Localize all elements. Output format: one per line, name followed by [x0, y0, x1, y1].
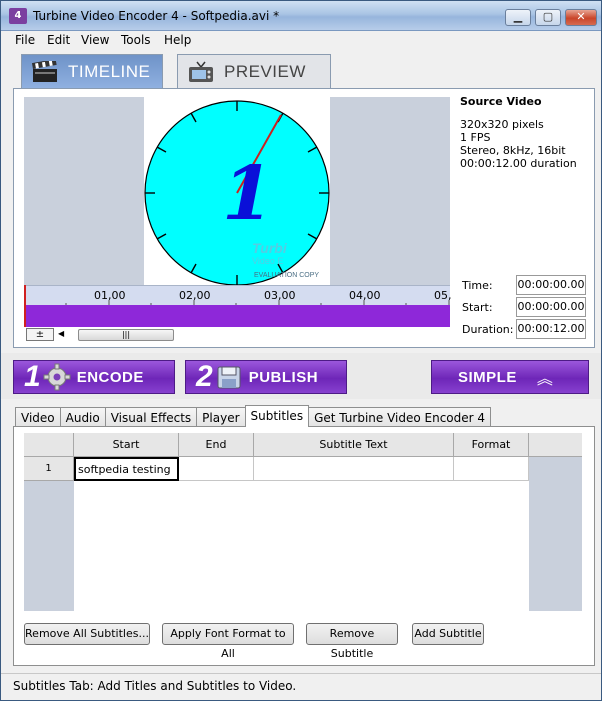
grid-header-filler: [529, 433, 582, 457]
tick-label: 05,: [434, 289, 452, 302]
grid-corner: [24, 433, 74, 457]
publish-step-number: 2: [196, 360, 213, 393]
simple-label: SIMPLE: [458, 368, 517, 386]
tab-preview-label: PREVIEW: [224, 61, 306, 81]
menu-edit[interactable]: Edit: [47, 33, 70, 47]
tab-video[interactable]: Video: [15, 407, 61, 427]
app-icon: 4: [9, 8, 27, 24]
menu-help[interactable]: Help: [164, 33, 191, 47]
start-field[interactable]: 00:00:00.00: [516, 297, 586, 317]
menu-view[interactable]: View: [81, 33, 109, 47]
publish-button[interactable]: 2 PUBLISH: [185, 360, 347, 394]
row-number[interactable]: 1: [24, 457, 74, 481]
subtitle-grid[interactable]: Start End Subtitle Text Format 1 softped…: [24, 433, 582, 611]
minimize-button[interactable]: ▁: [505, 9, 531, 26]
timeline-scrollbar[interactable]: ◀ |||: [58, 329, 450, 341]
column-header-format[interactable]: Format: [454, 433, 529, 457]
tick-label: 03,00: [264, 289, 296, 302]
clock-digit: 1: [222, 151, 274, 237]
start-field-row: Start: 00:00:00.00: [460, 297, 590, 317]
clapperboard-icon: [32, 60, 57, 82]
menu-bar: File Edit View Tools Help: [1, 31, 601, 51]
tab-subtitles[interactable]: Subtitles: [244, 405, 310, 427]
encode-label: ENCODE: [76, 368, 144, 386]
cell-start[interactable]: softpedia testing: [74, 457, 179, 481]
tick-label: 01,00: [94, 289, 126, 302]
apply-font-format-button[interactable]: Apply Font Format to All: [162, 623, 294, 660]
gear-icon: [43, 363, 71, 391]
add-subtitle-button[interactable]: Add Subtitle: [412, 623, 484, 645]
timeline-panel: 1 Turbi Video E EVALUATION COPY 01,00 02…: [13, 88, 595, 348]
cell-subtitle-text[interactable]: [254, 457, 454, 481]
column-header-end[interactable]: End: [179, 433, 254, 457]
tab-audio[interactable]: Audio: [59, 407, 106, 427]
source-duration: 00:00:12.00 duration: [460, 157, 577, 170]
menu-file[interactable]: File: [15, 33, 35, 47]
tab-visual-effects[interactable]: Visual Effects: [104, 407, 198, 427]
tab-player[interactable]: Player: [196, 407, 246, 427]
window-title: Turbine Video Encoder 4 - Softpedia.avi …: [33, 9, 280, 23]
tv-icon: [189, 61, 213, 82]
remove-subtitle-button[interactable]: Remove Subtitle: [306, 623, 398, 660]
source-video-info: Source Video 320x320 pixels 1 FPS Stereo…: [460, 95, 590, 170]
time-ruler[interactable]: 01,00 02,00 03,00 04,00 05,: [24, 285, 452, 306]
playhead[interactable]: [24, 285, 26, 327]
source-resolution: 320x320 pixels: [460, 118, 544, 131]
tick-label: 04,00: [349, 289, 381, 302]
status-bar: Subtitles Tab: Add Titles and Subtitles …: [1, 673, 601, 700]
floppy-disk-icon: [217, 366, 241, 389]
cell-format[interactable]: [454, 457, 529, 481]
tick-label: 02,00: [179, 289, 211, 302]
collapse-chevron-icon: ︽: [536, 369, 553, 388]
close-button[interactable]: ✕: [565, 9, 597, 26]
column-header-start[interactable]: Start: [74, 433, 179, 457]
menu-tools[interactable]: Tools: [121, 33, 151, 47]
grid-empty-area[interactable]: [74, 481, 529, 611]
action-bar: 1 ENCODE 2 PUBLISH SIMPLE ︽: [1, 353, 601, 399]
video-clip-bar[interactable]: [24, 305, 450, 327]
source-audio: Stereo, 8kHz, 16bit: [460, 144, 566, 157]
tab-timeline[interactable]: TIMELINE: [21, 54, 163, 88]
tab-timeline-label: TIMELINE: [68, 61, 151, 81]
time-label: Time:: [462, 279, 493, 292]
tab-get-turbine[interactable]: Get Turbine Video Encoder 4: [308, 407, 492, 427]
clock-graphic: 1 Turbi Video E EVALUATION COPY: [144, 100, 330, 286]
watermark-line-1: Turbi: [252, 240, 288, 256]
source-fps: 1 FPS: [460, 131, 491, 144]
remove-all-subtitles-button[interactable]: Remove All Subtitles...: [24, 623, 150, 645]
publish-label: PUBLISH: [248, 368, 319, 386]
zoom-toggle-button[interactable]: ±: [26, 328, 54, 341]
encode-button[interactable]: 1 ENCODE: [13, 360, 175, 394]
duration-label: Duration:: [462, 323, 514, 336]
duration-field-row: Duration: 00:00:12.00: [460, 319, 590, 339]
title-bar[interactable]: 4 Turbine Video Encoder 4 - Softpedia.av…: [1, 1, 601, 31]
cell-end[interactable]: [179, 457, 254, 481]
scroll-left-icon[interactable]: ◀: [58, 329, 64, 338]
start-label: Start:: [462, 301, 493, 314]
source-video-heading: Source Video: [460, 95, 542, 108]
scroll-thumb[interactable]: |||: [78, 329, 174, 341]
subtitles-panel: Start End Subtitle Text Format 1 softped…: [13, 426, 595, 666]
duration-field[interactable]: 00:00:12.00: [516, 319, 586, 339]
status-text: Subtitles Tab: Add Titles and Subtitles …: [13, 679, 297, 693]
tab-preview[interactable]: PREVIEW: [177, 54, 331, 88]
maximize-button[interactable]: ▢: [535, 9, 561, 26]
video-frame: 1 Turbi Video E EVALUATION COPY: [144, 97, 330, 286]
watermark-line-3: EVALUATION COPY: [254, 272, 319, 279]
time-field-row: Time: 00:00:00.00: [460, 275, 590, 295]
time-field[interactable]: 00:00:00.00: [516, 275, 586, 295]
simple-mode-button[interactable]: SIMPLE ︽: [431, 360, 589, 394]
video-preview[interactable]: 1 Turbi Video E EVALUATION COPY: [24, 97, 450, 286]
column-header-subtitle-text[interactable]: Subtitle Text: [254, 433, 454, 457]
timeline-track[interactable]: 01,00 02,00 03,00 04,00 05,: [24, 285, 452, 327]
ruler-ticks: [65, 300, 450, 306]
settings-tabs: Video Audio Visual Effects Player Subtit…: [15, 405, 492, 427]
app-window: 4 Turbine Video Encoder 4 - Softpedia.av…: [0, 0, 602, 701]
timeline-scrollbar-row: ± ◀ |||: [24, 328, 450, 342]
encode-step-number: 1: [24, 360, 41, 393]
watermark-line-2: Video E: [252, 256, 283, 266]
